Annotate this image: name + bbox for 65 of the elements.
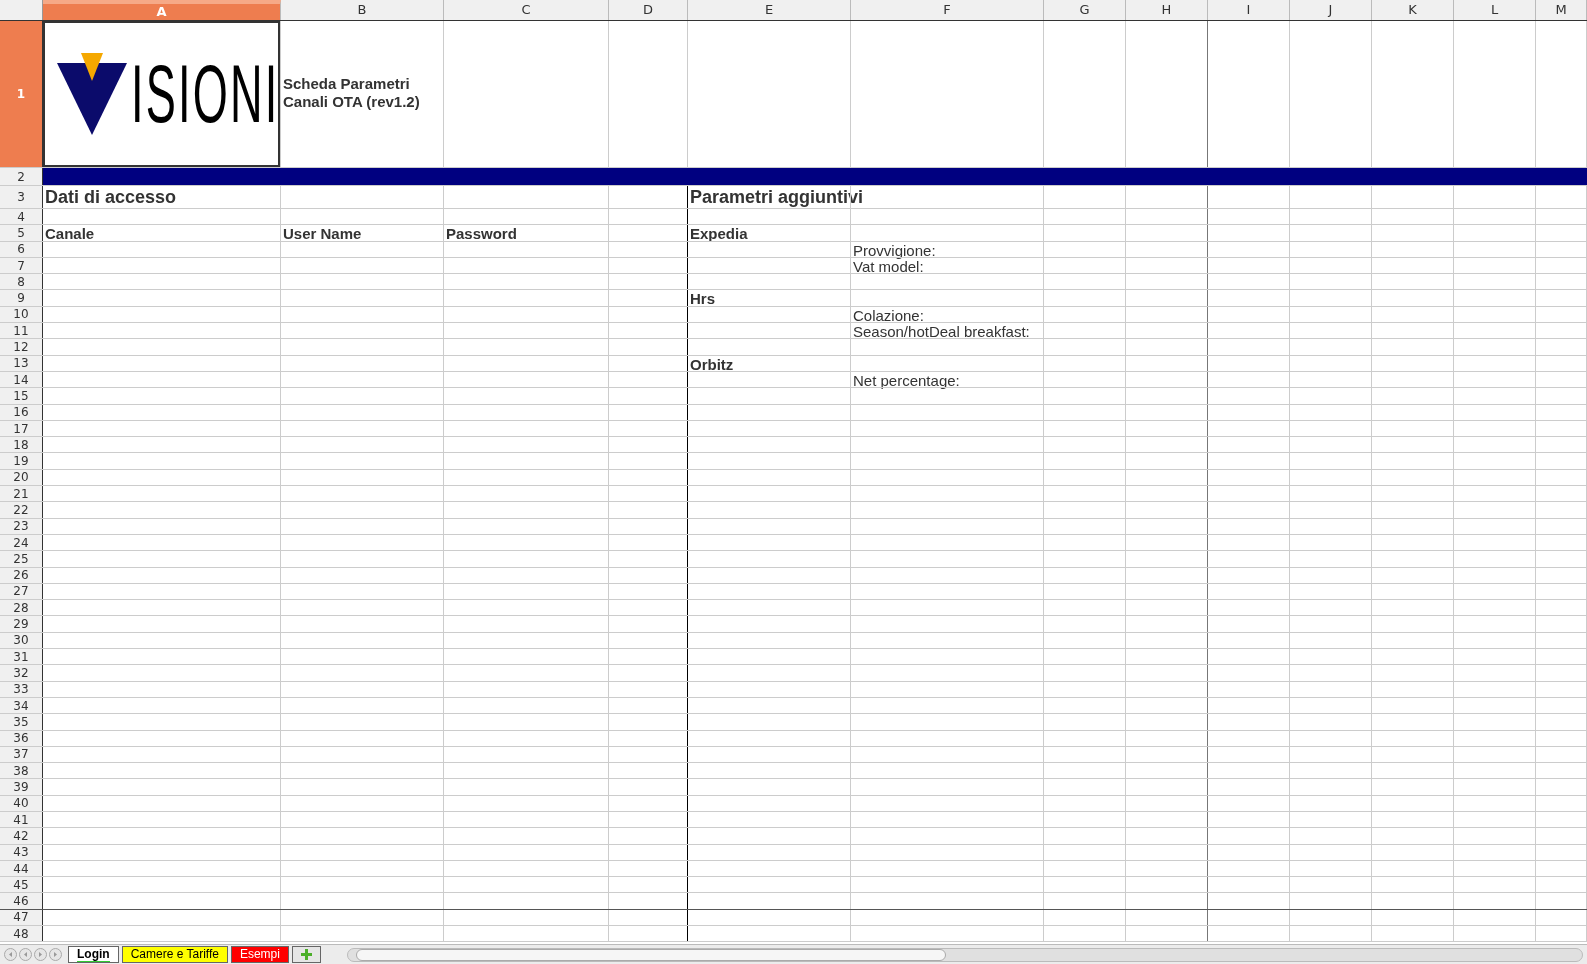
sheet-tab[interactable]: Esempi: [230, 946, 289, 963]
column-label: Hrs: [689, 290, 715, 309]
row-header[interactable]: 45: [0, 877, 42, 893]
column-label: User Name: [282, 225, 362, 244]
row-header[interactable]: 8: [0, 274, 42, 290]
parameter-label: Colazione:: [852, 306, 924, 325]
row-header[interactable]: 29: [0, 616, 42, 632]
plus-icon: [300, 949, 312, 960]
row-header[interactable]: 5: [0, 225, 42, 241]
column-header[interactable]: L: [1454, 0, 1536, 20]
column-header[interactable]: D: [609, 0, 688, 20]
scrollbar-thumb[interactable]: [355, 948, 946, 961]
row-header[interactable]: 48: [0, 926, 42, 942]
row-header[interactable]: 32: [0, 665, 42, 681]
parameter-label: Provvigione:: [852, 241, 936, 260]
corner-header[interactable]: [0, 0, 43, 20]
add-sheet-button[interactable]: [291, 946, 321, 963]
row-header[interactable]: 21: [0, 486, 42, 502]
column-header[interactable]: J: [1290, 0, 1372, 20]
sheet-tab[interactable]: Login: [68, 946, 119, 963]
row-header[interactable]: 12: [0, 339, 42, 355]
row-header[interactable]: 28: [0, 600, 42, 616]
row-header[interactable]: 19: [0, 453, 42, 469]
column-header[interactable]: G: [1044, 0, 1126, 20]
row-header[interactable]: 42: [0, 828, 42, 844]
column-header[interactable]: E: [688, 0, 851, 20]
row-header[interactable]: 38: [0, 763, 42, 779]
scroll-right-icon[interactable]: [34, 948, 47, 961]
row-header[interactable]: 22: [0, 502, 42, 518]
row-header[interactable]: 3: [0, 186, 42, 208]
logo-text: ISIONI: [131, 53, 280, 135]
column-label: Password: [445, 225, 517, 244]
row-header[interactable]: 11: [0, 323, 42, 339]
row-header[interactable]: 2: [0, 168, 42, 185]
row-header[interactable]: 35: [0, 714, 42, 730]
column-label: Expedia: [689, 225, 748, 244]
column-header[interactable]: H: [1126, 0, 1208, 20]
parameter-label: Season/hotDeal breakfast:: [852, 323, 1030, 342]
parameter-label: Net percentage:: [852, 371, 960, 390]
row-header[interactable]: 31: [0, 649, 42, 665]
scroll-right-icon[interactable]: [49, 948, 62, 961]
logo-v-icon: [57, 53, 127, 135]
scroll-left-icon[interactable]: [19, 948, 32, 961]
row-header[interactable]: 25: [0, 551, 42, 567]
row-header[interactable]: 18: [0, 437, 42, 453]
scroll-left-icon[interactable]: [4, 948, 17, 961]
column-header[interactable]: B: [281, 0, 444, 20]
column-header[interactable]: F: [851, 0, 1044, 20]
row-header[interactable]: 15: [0, 388, 42, 404]
column-label: Canale: [44, 225, 95, 244]
section-heading: Parametri aggiuntivi: [689, 186, 864, 208]
column-label: Orbitz: [689, 355, 734, 374]
horizontal-scrollbar[interactable]: [346, 947, 1583, 962]
row-header[interactable]: 4: [0, 209, 42, 225]
sheet-tab[interactable]: Camere e Tariffe: [121, 946, 228, 963]
sheet-title: Scheda Parametri Canali OTA (rev1.2): [282, 74, 421, 111]
column-header[interactable]: K: [1372, 0, 1454, 20]
row-header[interactable]: 46: [0, 893, 42, 909]
column-header[interactable]: C: [444, 0, 609, 20]
section-heading: Dati di accesso: [44, 186, 177, 208]
column-header[interactable]: I: [1208, 0, 1290, 20]
column-header[interactable]: M: [1536, 0, 1587, 20]
row-header[interactable]: 9: [0, 290, 42, 306]
parameter-label: Vat model:: [852, 257, 924, 276]
row-header[interactable]: 39: [0, 779, 42, 795]
